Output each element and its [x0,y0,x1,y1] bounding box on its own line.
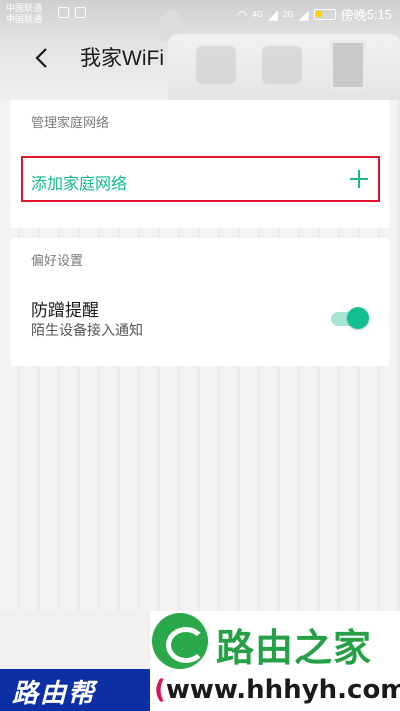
status-bar: 中国联通 中国联通 ◠ 4G ◢ 2G ◢ 傍晚 5:15 [0,0,400,26]
watermark-url: (www.hhhyh.com [154,675,400,705]
signal-label: 2G [283,9,294,19]
home-network-card: 管理家庭网络 添加家庭网络 [11,100,389,228]
signal-icon: ◢ [298,6,309,22]
watermark-logo-text: 路由之家 [216,626,373,670]
add-home-network-label: 添加家庭网络 [31,174,128,193]
snowflake-icon [75,7,86,18]
watermark: 路由之家 路由帮 (www.hhhyh.com [0,611,400,711]
title-bar: 我家WiFi [0,28,400,88]
toggle-knob [347,307,369,329]
chevron-left-icon [35,48,47,68]
watermark-left-text: 路由帮 [12,679,97,709]
router-logo-icon [152,613,208,669]
battery-icon [313,9,336,20]
carrier-label: 中国联通 [6,14,43,24]
plus-icon [348,168,370,190]
watermark-url-banner: (www.hhhyh.com [150,669,400,711]
section-label: 管理家庭网络 [31,116,110,131]
notification-icon [58,7,69,18]
time-prefix: 傍晚 [340,8,367,23]
signal-icon: ◢ [268,6,278,22]
preferences-card: 偏好设置 防蹭提醒 陌生设备接入通知 [11,238,389,366]
anti-leech-alert-title: 防蹭提醒 [31,301,99,321]
signal-label: 4G [252,9,263,19]
anti-leech-alert-toggle[interactable] [331,306,369,330]
watermark-left-banner: 路由帮 [0,669,150,711]
anti-leech-alert-subtitle: 陌生设备接入通知 [31,323,143,339]
status-right: ◠ 4G ◢ 2G ◢ 傍晚 5:15 [237,5,392,24]
clock: 5:15 [366,7,392,22]
page-title: 我家WiFi [80,47,164,70]
carrier-label: 中国联通 [6,3,43,13]
notification-icons [58,7,86,18]
section-label: 偏好设置 [31,254,84,269]
wifi-icon: ◠ [236,7,248,22]
back-button[interactable] [24,38,60,78]
add-home-network-button[interactable]: 添加家庭网络 [21,156,380,202]
